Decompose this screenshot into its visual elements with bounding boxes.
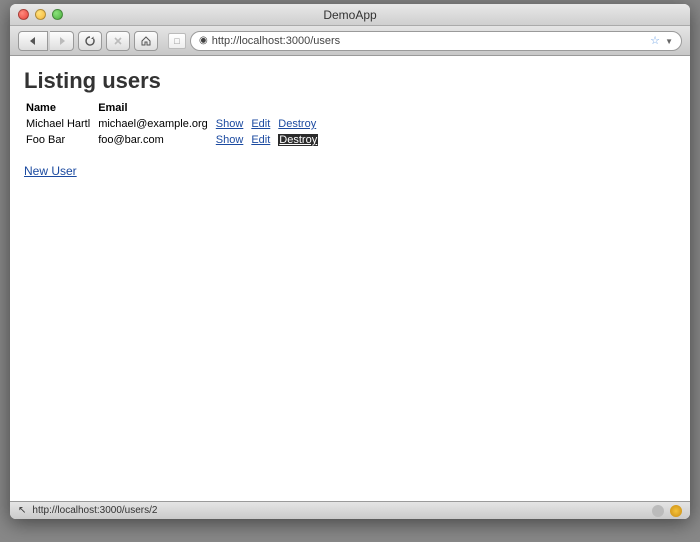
- cell-email: michael@example.org: [96, 116, 214, 132]
- reload-icon: [84, 35, 96, 47]
- stop-icon: [113, 36, 123, 46]
- home-icon: [140, 35, 152, 47]
- new-user-link[interactable]: New User: [24, 164, 77, 178]
- bug-icon[interactable]: [670, 505, 682, 517]
- status-bar: ↖ http://localhost:3000/users/2: [10, 501, 690, 519]
- zoom-window-button[interactable]: [52, 9, 63, 20]
- titlebar: DemoApp: [10, 4, 690, 26]
- close-window-button[interactable]: [18, 9, 29, 20]
- cell-name: Michael Hartl: [24, 116, 96, 132]
- col-email: Email: [96, 100, 214, 116]
- stop-button[interactable]: [106, 31, 130, 51]
- forward-button[interactable]: [50, 31, 74, 51]
- globe-icon: ◉: [199, 35, 208, 46]
- window-title: DemoApp: [10, 8, 690, 22]
- users-table: Name Email Michael Hartlmichael@example.…: [24, 100, 324, 148]
- cursor-icon: ↖: [18, 505, 26, 516]
- destroy-link[interactable]: Destroy: [278, 118, 316, 130]
- address-dropdown-icon[interactable]: ▼: [665, 37, 673, 46]
- reload-button[interactable]: [78, 31, 102, 51]
- address-bar[interactable]: ◉ http://localhost:3000/users ☆ ▼: [190, 31, 682, 51]
- gear-icon[interactable]: [652, 505, 664, 517]
- forward-arrow-icon: [58, 36, 66, 46]
- bookmark-star-icon[interactable]: ☆: [650, 35, 660, 47]
- table-row: Michael Hartlmichael@example.orgShow Edit…: [24, 116, 324, 132]
- cell-name: Foo Bar: [24, 132, 96, 148]
- back-arrow-icon: [27, 35, 39, 47]
- page-content: Listing users Name Email Michael Hartlmi…: [10, 56, 690, 501]
- table-row: Foo Barfoo@bar.comShow Edit Destroy: [24, 132, 324, 148]
- browser-toolbar: □ ◉ http://localhost:3000/users ☆ ▼: [10, 26, 690, 56]
- col-name: Name: [24, 100, 96, 116]
- show-link[interactable]: Show: [216, 134, 244, 146]
- page-proxy-icon[interactable]: □: [168, 33, 186, 49]
- edit-link[interactable]: Edit: [251, 118, 270, 130]
- back-button[interactable]: [18, 31, 48, 51]
- cell-email: foo@bar.com: [96, 132, 214, 148]
- traffic-lights: [10, 9, 63, 20]
- status-text: http://localhost:3000/users/2: [32, 505, 157, 516]
- address-text: http://localhost:3000/users: [212, 35, 340, 47]
- show-link[interactable]: Show: [216, 118, 244, 130]
- minimize-window-button[interactable]: [35, 9, 46, 20]
- page-title: Listing users: [24, 68, 676, 94]
- edit-link[interactable]: Edit: [251, 134, 270, 146]
- browser-window: DemoApp □ ◉ http://localhost:3000/users: [10, 4, 690, 519]
- home-button[interactable]: [134, 31, 158, 51]
- destroy-link[interactable]: Destroy: [278, 134, 318, 146]
